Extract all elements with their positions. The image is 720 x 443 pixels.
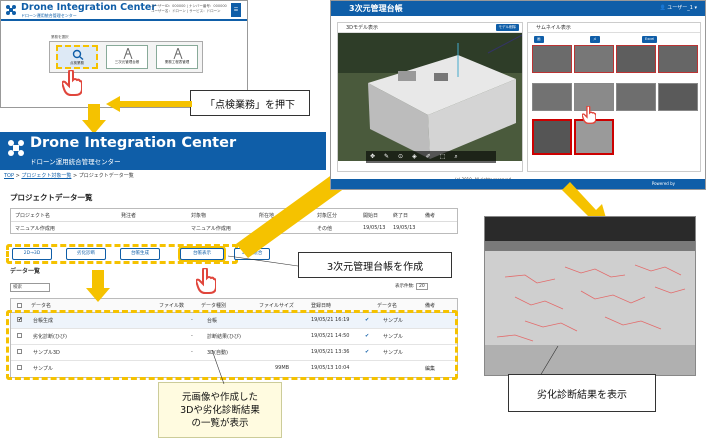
deterioration-result-photo bbox=[484, 216, 696, 376]
search-input[interactable]: 検索 bbox=[10, 283, 50, 292]
tile-3d-ledger[interactable]: 三次元管理台帳 bbox=[106, 45, 148, 69]
3d-building-view[interactable] bbox=[338, 33, 522, 161]
thumb-header: Drone Integration Center ドローン運用統合管理センター … bbox=[1, 1, 247, 21]
tower-icon bbox=[173, 48, 183, 59]
tile-schedule[interactable]: 業務工程表管理 bbox=[156, 45, 198, 69]
user-menu[interactable]: 👤 ユーザー_1 ▾ bbox=[659, 4, 697, 11]
data-rows-highlight bbox=[6, 310, 458, 380]
viewer-footer: Powered by bbox=[331, 179, 705, 189]
callout-list-shown: 元画像や作成した 3Dや劣化診断結果 の一覧が表示 bbox=[158, 382, 282, 438]
task-tile-box: 点検業務 三次元管理台帳 業務工程表管理 bbox=[49, 41, 203, 73]
viewer-header: 3次元管理台帳 👤 ユーザー_1 ▾ bbox=[331, 1, 705, 16]
viewer-toolbar[interactable]: ✥✎⊙◈✐⬚⌕ bbox=[366, 151, 496, 163]
page-size-select[interactable]: 表示件数: 20 bbox=[395, 283, 428, 290]
image-register-button[interactable]: 画像登録画面 bbox=[534, 36, 544, 76]
callout-show-result: 劣化診断結果を表示 bbox=[508, 374, 656, 412]
viewer-title: 3次元管理台帳 bbox=[349, 4, 403, 13]
button-ledger-show[interactable]: 台帳表示 bbox=[180, 248, 224, 260]
tile-caption: 業務を選択 bbox=[51, 35, 69, 39]
project-table: プロジェクト名 発注者 対象物 所在地 対象区分 開始日 終了日 備考 マニュア… bbox=[10, 208, 458, 234]
breadcrumb: TOP > プロジェクト対象一覧 > プロジェクトデータ一覧 bbox=[4, 173, 134, 179]
excel-report-button[interactable]: Excelレポート出力 bbox=[642, 36, 658, 62]
3d-ledger-screen: 3次元管理台帳 👤 ユーザー_1 ▾ 3Dモデル表示 モデル削除 ✥✎⊙◈✐⬚⌕… bbox=[330, 0, 706, 190]
select-all-checkbox[interactable] bbox=[17, 303, 22, 308]
data-list-title: データ一覧 bbox=[10, 268, 41, 275]
arrow-down-icon bbox=[82, 104, 106, 134]
thumbnail[interactable] bbox=[532, 45, 572, 73]
thumbnail[interactable] bbox=[658, 45, 698, 73]
3d-model-panel: 3Dモデル表示 モデル削除 ✥✎⊙◈✐⬚⌕ bbox=[337, 22, 523, 172]
project-row[interactable]: マニュアル作成用 マニュアル作成用 その他 19/05/13 19/05/13 bbox=[11, 222, 457, 235]
thumb-app-subtitle: ドローン運用統合管理センター bbox=[21, 13, 77, 18]
thumb-header-info: ユーザーID：000000 | ナンバー番号：000000 ユーザー名：ドローン… bbox=[151, 4, 227, 13]
powered-by: Powered by bbox=[651, 181, 675, 186]
button-deterioration[interactable]: 劣化診断 bbox=[66, 248, 106, 260]
thumbnail[interactable] bbox=[532, 83, 572, 111]
dic-logo-icon bbox=[6, 5, 16, 15]
tower-icon bbox=[123, 48, 133, 59]
arrow-left-icon bbox=[106, 96, 192, 112]
banner-title: Drone Integration Center bbox=[30, 135, 237, 151]
thumb-panel-title: サムネイル表示 bbox=[536, 25, 571, 31]
thumbnail[interactable] bbox=[616, 45, 656, 73]
metadata-button[interactable]: メタデータ表示 bbox=[590, 36, 600, 83]
callout-press-inspection: 「点検業務」を押下 bbox=[190, 90, 310, 116]
arrow-down-icon bbox=[86, 270, 110, 302]
breadcrumb-projects[interactable]: プロジェクト対象一覧 bbox=[21, 173, 71, 179]
drone-logo-icon bbox=[8, 140, 24, 156]
hand-pointer-icon bbox=[582, 106, 596, 124]
button-2d-to-3d[interactable]: 2D→3D bbox=[12, 248, 52, 260]
project-header-row: プロジェクト名 発注者 対象物 所在地 対象区分 開始日 終了日 備考 bbox=[11, 209, 457, 222]
thumbnail[interactable] bbox=[658, 83, 698, 111]
page-title: プロジェクトデータ一覧 bbox=[10, 193, 93, 202]
button-ledger-generate[interactable]: 台帳生成 bbox=[120, 248, 160, 260]
banner-subtitle: ドローン運用統合管理センター bbox=[30, 158, 121, 166]
thumbnail[interactable] bbox=[616, 83, 656, 111]
thumb-app-title: Drone Integration Center bbox=[21, 2, 157, 13]
thumbnail[interactable] bbox=[574, 45, 614, 73]
thumbnail-selected[interactable] bbox=[532, 119, 572, 155]
hand-pointer-icon bbox=[196, 268, 216, 294]
hand-pointer-icon bbox=[62, 70, 82, 96]
tile-inspection[interactable]: 点検業務 bbox=[56, 45, 98, 69]
delete-model-button[interactable]: モデル削除 bbox=[495, 24, 519, 31]
thumbnail-selected[interactable] bbox=[574, 119, 614, 155]
thumbnail-panel: サムネイル表示 画像登録画面 メタデータ表示 Excelレポート出力 bbox=[527, 22, 701, 172]
search-icon bbox=[72, 49, 84, 60]
arrow-connector-icon bbox=[539, 346, 559, 376]
breadcrumb-top[interactable]: TOP bbox=[4, 173, 14, 179]
wall-crack-image bbox=[485, 217, 695, 375]
menu-icon[interactable]: ☰ bbox=[231, 3, 241, 17]
breadcrumb-current: プロジェクトデータ一覧 bbox=[78, 173, 134, 179]
3d-panel-title: 3Dモデル表示 bbox=[346, 25, 379, 31]
arrow-connector-icon bbox=[211, 350, 225, 384]
